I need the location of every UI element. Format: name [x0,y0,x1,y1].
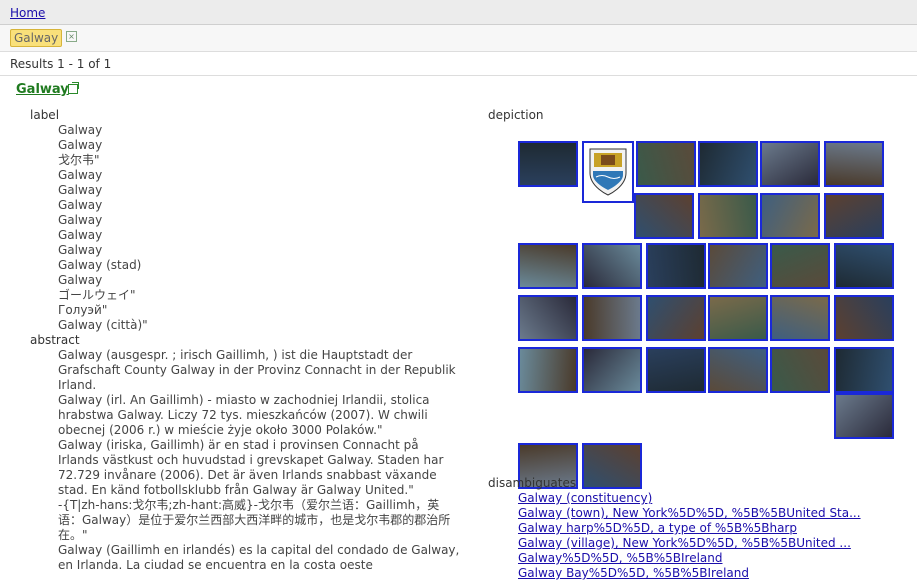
disambiguates-property-name: disambiguates [488,476,577,490]
depiction-property-name: depiction [488,108,544,122]
label-value: Galway [58,138,103,152]
depiction-thumbnail[interactable] [708,295,768,341]
label-value: ゴールウェイ" [58,288,136,302]
filter-bar: Galway × [0,25,917,52]
depiction-thumbnail[interactable] [582,295,642,341]
disambiguation-link[interactable]: Galway%5D%5D, %5B%5BIreland [518,551,861,566]
depiction-thumbnail-grid [488,125,908,489]
divider [0,75,917,76]
label-value: Galway (città)" [58,318,148,332]
depiction-thumbnail[interactable] [518,141,578,187]
label-property-name: label [30,108,60,122]
depiction-thumbnail[interactable] [518,295,578,341]
depiction-thumbnail[interactable] [698,193,758,239]
depiction-thumbnail[interactable] [834,243,894,289]
depiction-thumbnail[interactable] [646,295,706,341]
disambiguation-link[interactable]: Galway harp%5D%5D, a type of %5B%5Bharp [518,521,861,536]
disambiguation-link[interactable]: Galway (town), New York%5D%5D, %5B%5BUni… [518,506,861,521]
depiction-thumbnail[interactable] [698,141,758,187]
disambiguation-links: Galway (constituency) Galway (town), New … [518,491,861,581]
disambiguation-link[interactable]: Galway (constituency) [518,491,861,506]
depiction-thumbnail[interactable] [518,347,578,393]
depiction-thumbnail[interactable] [760,141,820,187]
entity-title-link[interactable]: Galway [16,82,69,97]
properties-right-column: depiction [488,108,908,489]
label-value: 戈尔韦" [58,153,100,167]
label-value: Galway [58,228,103,242]
disambiguates-section: disambiguates Galway (constituency) Galwa… [488,476,861,581]
label-values: Galway Galway 戈尔韦" Galway Galway Galway Galway… [58,123,470,333]
depiction-thumbnail[interactable] [646,243,706,289]
depiction-thumbnail[interactable] [518,243,578,289]
depiction-thumbnail[interactable] [582,347,642,393]
abstract-paragraph: Galway (iriska, Gaillimh) är en stad i p… [58,438,444,497]
top-bar: Home [0,0,917,25]
depiction-thumbnail[interactable] [708,347,768,393]
depiction-thumbnail[interactable] [770,243,830,289]
disambiguation-link[interactable]: Galway Bay%5D%5D, %5B%5BIreland [518,566,861,581]
depiction-thumbnail[interactable] [770,347,830,393]
label-value: Galway [58,183,103,197]
abstract-paragraph: -{T|zh-hans:戈尔韦;zh-hant:高威}-戈尔韦（爱尔兰语：Gai… [58,498,451,542]
abstract-paragraph: Galway (Gaillimh en irlandés) es la capi… [58,543,460,572]
depiction-thumbnail[interactable] [834,347,894,393]
depiction-thumbnail[interactable] [770,295,830,341]
abstract-paragraph: Galway (irl. An Gaillimh) - miasto w zac… [58,393,430,437]
label-value: Galway [58,273,103,287]
depiction-thumbnail[interactable] [834,393,894,439]
depiction-thumbnail[interactable] [824,141,884,187]
depiction-thumbnail[interactable] [708,243,768,289]
abstract-property-name: abstract [30,333,80,347]
label-value: Galway [58,213,103,227]
coat-of-arms-icon [589,148,627,196]
depiction-thumbnail[interactable] [824,193,884,239]
label-value: Голуэй" [58,303,108,317]
depiction-coat-of-arms-thumbnail[interactable] [582,141,634,203]
depiction-thumbnail[interactable] [582,243,642,289]
depiction-thumbnail[interactable] [834,295,894,341]
filter-tag[interactable]: Galway [10,29,63,47]
label-value: Galway [58,168,103,182]
depiction-thumbnail[interactable] [760,193,820,239]
disambiguation-link[interactable]: Galway (village), New York%5D%5D, %5B%5B… [518,536,861,551]
depiction-thumbnail[interactable] [636,141,696,187]
abstract-values: Galway (ausgespr. ; irisch Gaillimh, ) i… [58,348,470,573]
remove-filter-icon[interactable]: × [66,31,77,42]
label-value: Galway [58,198,103,212]
depiction-thumbnail[interactable] [634,193,694,239]
label-value: Galway (stad) [58,258,142,272]
properties-left-column: label Galway Galway 戈尔韦" Galway Galway Galway… [30,108,470,573]
depiction-thumbnail[interactable] [646,347,706,393]
results-count: Results 1 - 1 of 1 [10,57,112,71]
external-link-icon[interactable] [68,82,79,94]
label-value: Galway [58,243,103,257]
home-link[interactable]: Home [10,6,45,20]
label-value: Galway [58,123,103,137]
abstract-paragraph: Galway (ausgespr. ; irisch Gaillimh, ) i… [58,348,456,392]
